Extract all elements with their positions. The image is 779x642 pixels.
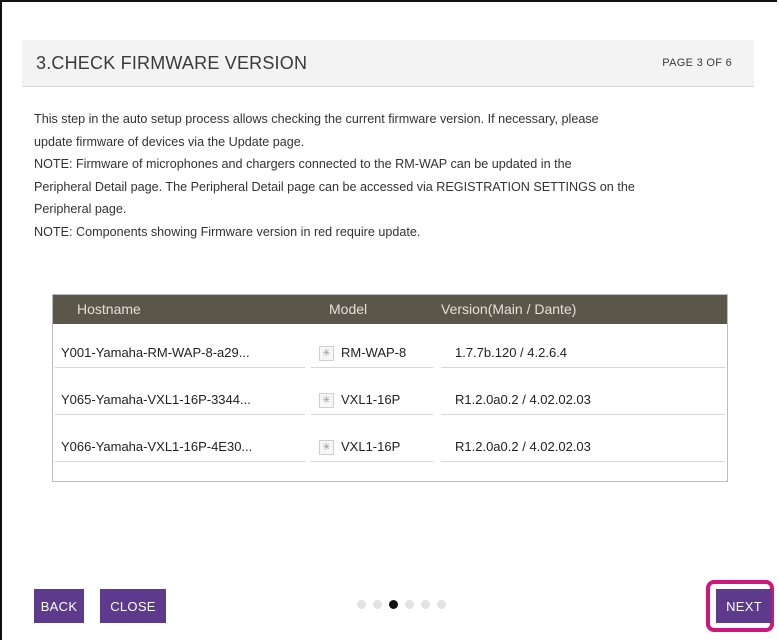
description-note: NOTE: Firmware of microphones and charge…: [34, 157, 572, 171]
next-button[interactable]: NEXT: [716, 589, 772, 623]
row-hostname: Y001-Yamaha-RM-WAP-8-a29...: [61, 345, 250, 360]
back-button[interactable]: BACK: [34, 589, 84, 623]
row-divider: [311, 414, 433, 415]
row-divider: [441, 461, 725, 462]
row-hostname: Y065-Yamaha-VXL1-16P-3344...: [61, 392, 251, 407]
description-note: Peripheral page.: [34, 202, 127, 216]
row-model: VXL1-16P: [341, 439, 401, 454]
device-icon: ✳: [319, 393, 334, 408]
row-divider: [311, 461, 433, 462]
description-note: NOTE: Components showing Firmware versio…: [34, 224, 421, 239]
close-button[interactable]: CLOSE: [100, 589, 166, 623]
page-title: 3.CHECK FIRMWARE VERSION: [36, 53, 308, 73]
column-header-version: Version(Main / Dante): [441, 301, 577, 317]
step-description: This step in the auto setup process allo…: [34, 108, 754, 243]
row-divider: [55, 367, 305, 368]
row-divider: [441, 414, 725, 415]
page-dot[interactable]: [421, 600, 430, 609]
table-row[interactable]: Y065-Yamaha-VXL1-16P-3344... ✳ VXL1-16P …: [53, 385, 727, 415]
row-divider: [311, 367, 433, 368]
row-divider: [441, 367, 725, 368]
firmware-table: Hostname Model Version(Main / Dante) Y00…: [52, 294, 728, 482]
row-hostname: Y066-Yamaha-VXL1-16P-4E30...: [61, 439, 253, 454]
column-header-hostname: Hostname: [77, 301, 141, 317]
step-header: 3.CHECK FIRMWARE VERSION PAGE 3 OF 6: [22, 40, 754, 87]
table-row[interactable]: Y001-Yamaha-RM-WAP-8-a29... ✳ RM-WAP-8 1…: [53, 338, 727, 368]
page-dot[interactable]: [437, 600, 446, 609]
page-dot[interactable]: [373, 600, 382, 609]
column-header-model: Model: [329, 301, 368, 317]
description-note: Peripheral Detail page. The Peripheral D…: [34, 179, 635, 194]
row-divider: [55, 461, 305, 462]
page-dot[interactable]: [405, 600, 414, 609]
row-version: 1.7.7b.120 / 4.2.6.4: [455, 345, 568, 360]
device-icon: ✳: [319, 440, 334, 455]
page-dot-active[interactable]: [389, 600, 398, 609]
page-dot[interactable]: [357, 600, 366, 609]
page-indicator: PAGE 3 OF 6: [662, 57, 732, 69]
table-row[interactable]: Y066-Yamaha-VXL1-16P-4E30... ✳ VXL1-16P …: [53, 432, 727, 462]
description-line: update firmware of devices via the Updat…: [34, 134, 305, 149]
row-model: VXL1-16P: [341, 392, 401, 407]
description-line: This step in the auto setup process allo…: [34, 112, 599, 126]
device-icon: ✳: [319, 346, 334, 361]
row-divider: [55, 414, 305, 415]
row-version: R1.2.0a0.2 / 4.02.02.03: [455, 392, 591, 407]
row-model: RM-WAP-8: [341, 345, 407, 360]
row-version: R1.2.0a0.2 / 4.02.02.03: [455, 439, 591, 454]
table-header: Hostname Model Version(Main / Dante): [53, 295, 727, 324]
